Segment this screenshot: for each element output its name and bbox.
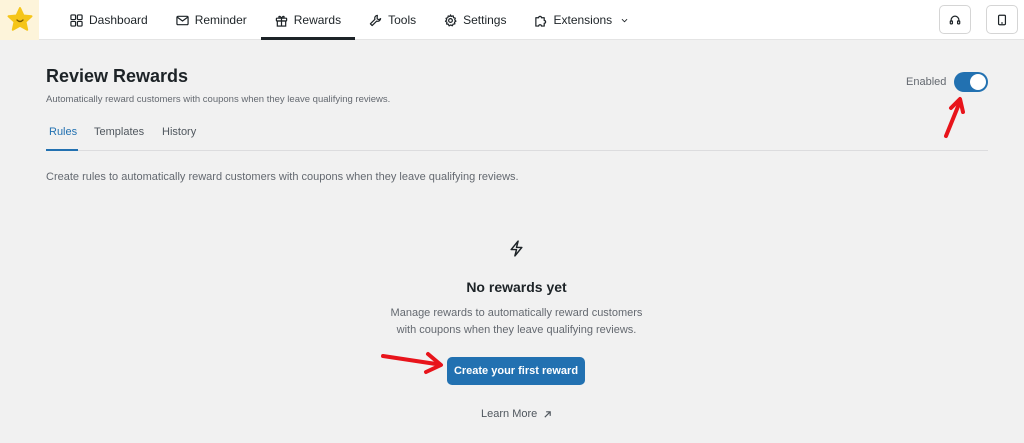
gift-icon <box>275 15 287 27</box>
nav-item-dashboard[interactable]: Dashboard <box>56 0 162 40</box>
main-nav: Dashboard Reminder Rewards Tools Setting… <box>56 0 643 40</box>
headset-icon <box>949 15 961 24</box>
top-navigation-bar: Dashboard Reminder Rewards Tools Setting… <box>0 0 1024 40</box>
logo[interactable] <box>0 0 39 40</box>
nav-label-extensions: Extensions <box>553 13 613 27</box>
active-tab-indicator <box>46 149 78 151</box>
empty-state-text-line-1: Manage rewards to automatically reward c… <box>390 307 643 319</box>
tab-rules[interactable]: Rules <box>49 126 77 138</box>
empty-state-text: Manage rewards to automatically reward c… <box>0 305 1024 339</box>
mail-icon <box>176 15 189 25</box>
nav-item-reminder[interactable]: Reminder <box>162 0 261 40</box>
device-button[interactable] <box>986 5 1018 34</box>
toggle-knob <box>970 74 986 90</box>
gear-icon <box>445 13 457 26</box>
annotation-arrow-toggle <box>944 97 965 138</box>
nav-label-tools: Tools <box>388 13 417 27</box>
nav-label-settings: Settings <box>463 13 507 27</box>
tablet-icon <box>997 14 1007 25</box>
tab-history[interactable]: History <box>162 126 196 138</box>
empty-state-text-line-2: with coupons when they leave qualifying … <box>396 324 637 336</box>
star-logo-icon <box>7 7 32 31</box>
enabled-label: Enabled <box>906 76 947 88</box>
empty-state-title: No rewards yet <box>466 279 567 295</box>
chevron-down-icon <box>621 18 628 22</box>
enabled-toggle[interactable] <box>954 72 988 92</box>
lightning-icon <box>510 240 523 257</box>
page-title: Review Rewards <box>46 66 189 86</box>
page-subtitle: Automatically reward customers with coup… <box>46 94 391 105</box>
external-arrow-icon <box>544 410 552 418</box>
learn-more-label: Learn More <box>481 408 538 420</box>
nav-item-rewards[interactable]: Rewards <box>260 0 356 40</box>
support-button[interactable] <box>939 5 971 34</box>
tab-templates[interactable]: Templates <box>94 126 144 138</box>
rules-description: Create rules to automatically reward cus… <box>46 171 519 183</box>
learn-more-link[interactable]: Learn More <box>481 408 552 420</box>
grid-icon <box>70 13 83 27</box>
nav-label-reminder: Reminder <box>194 13 247 27</box>
nav-label-dashboard: Dashboard <box>89 13 148 27</box>
puzzle-icon <box>535 15 547 27</box>
tab-bar: Rules Templates History <box>46 124 988 151</box>
annotation-arrow-button <box>381 352 443 374</box>
nav-item-tools[interactable]: Tools <box>355 0 430 40</box>
nav-item-settings[interactable]: Settings <box>430 0 520 40</box>
nav-label-rewards: Rewards <box>293 13 342 27</box>
create-first-reward-button[interactable]: Create your first reward <box>447 357 585 385</box>
nav-item-extensions[interactable]: Extensions <box>520 0 643 40</box>
wrench-icon <box>369 14 382 26</box>
